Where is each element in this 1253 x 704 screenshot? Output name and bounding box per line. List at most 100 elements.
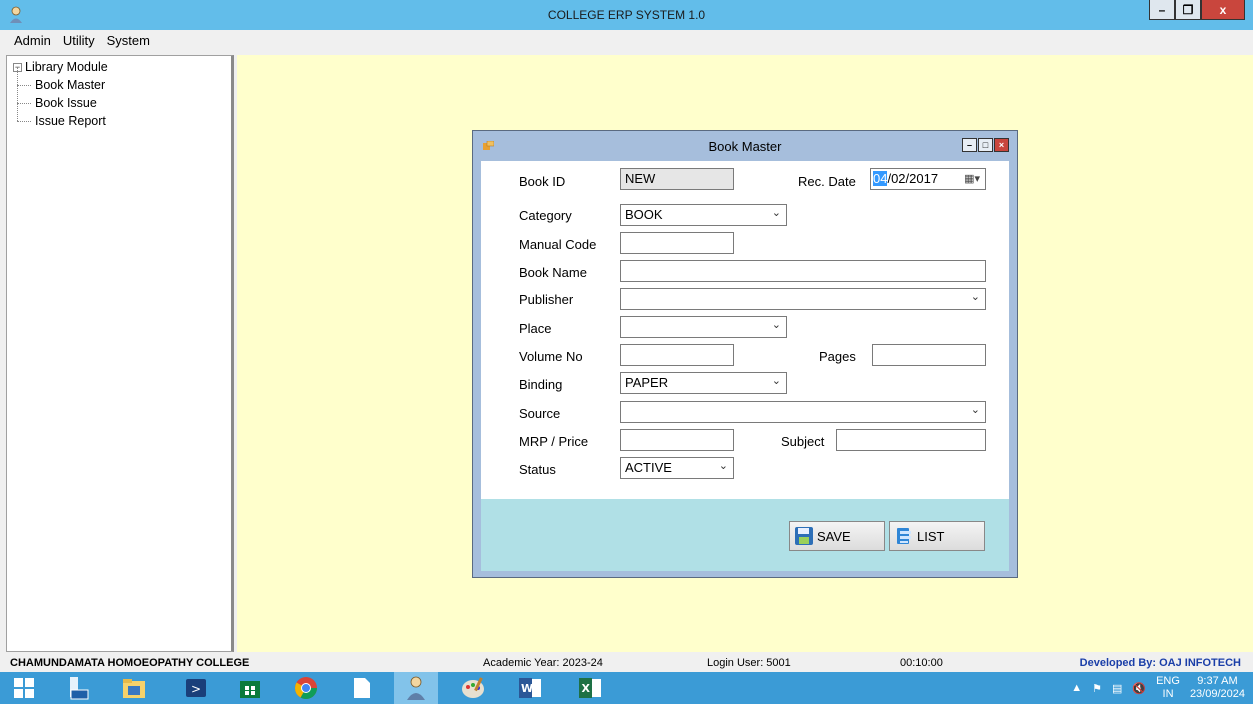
status-bar: CHAMUNDAMATA HOMOEOPATHY COLLEGE Academi… <box>0 652 1253 672</box>
status-value: ACTIVE <box>625 460 672 475</box>
svg-text:X: X <box>582 682 591 695</box>
app-title-bar: COLLEGE ERP SYSTEM 1.0 – ❐ x <box>0 0 1253 30</box>
blank-document-icon[interactable] <box>348 676 376 700</box>
save-button-label: SAVE <box>817 528 851 544</box>
place-select[interactable]: ⌄ <box>620 316 787 338</box>
source-select[interactable]: ⌄ <box>620 401 986 423</box>
status-label: Status <box>519 462 556 477</box>
tray-expand-icon[interactable]: ▲ <box>1071 682 1082 694</box>
module-tree: − Library Module Book Master Book Issue … <box>6 55 234 652</box>
clock-time: 9:37 AM <box>1197 675 1238 687</box>
clock-date: 23/09/2024 <box>1189 688 1245 700</box>
volume-muted-icon[interactable]: 🔇 <box>1132 682 1146 695</box>
book-master-title: Book Master <box>708 139 782 154</box>
book-master-title-bar[interactable]: Book Master – □ × <box>473 131 1017 161</box>
pages-input[interactable] <box>872 344 986 366</box>
binding-select[interactable]: PAPER ⌄ <box>620 372 787 394</box>
language-indicator[interactable]: ENG IN <box>1156 675 1180 701</box>
erp-app-taskbar-icon[interactable] <box>394 672 438 704</box>
book-id-label: Book ID <box>519 174 566 189</box>
chevron-down-icon: ⌄ <box>771 207 781 219</box>
rec-date-day: 04 <box>873 171 888 186</box>
chevron-down-icon: ⌄ <box>718 460 728 472</box>
child-close-button[interactable]: × <box>994 138 1009 152</box>
binding-value: PAPER <box>625 375 669 390</box>
list-button[interactable]: LIST <box>889 521 985 551</box>
source-label: Source <box>519 406 561 421</box>
status-select[interactable]: ACTIVE ⌄ <box>620 457 734 479</box>
book-name-label: Book Name <box>519 265 587 280</box>
subject-input[interactable] <box>836 429 986 451</box>
language-region: IN <box>1162 688 1174 700</box>
college-name: CHAMUNDAMATA HOMOEOPATHY COLLEGE <box>10 657 250 669</box>
book-master-window: Book Master – □ × Book ID NEW Rec. Date … <box>472 130 1018 578</box>
calendar-dropdown-icon[interactable]: ▦▾ <box>964 172 980 185</box>
chevron-down-icon: ⌄ <box>771 375 781 387</box>
chevron-down-icon: ⌄ <box>771 319 781 331</box>
tree-node-book-master[interactable]: Book Master <box>17 67 106 94</box>
tree-children: Book Master Book Issue Issue Report <box>17 67 106 130</box>
svg-text:>: > <box>191 682 201 696</box>
flag-icon[interactable]: ⚑ <box>1092 682 1102 695</box>
system-tray: ▲ ⚑ ▤ 🔇 ENG IN 9:37 AM 23/09/2024 <box>1071 674 1245 702</box>
rec-date-picker[interactable]: 04/02/2017 ▦▾ <box>870 168 986 190</box>
book-form: Book ID NEW Rec. Date 04/02/2017 ▦▾ Cate… <box>481 161 1009 499</box>
tree-root-label: Library Module <box>25 60 108 74</box>
start-windows-icon[interactable] <box>10 676 38 700</box>
excel-icon[interactable]: X <box>576 676 604 700</box>
chrome-icon[interactable] <box>292 676 320 700</box>
child-window-controls: – □ × <box>962 138 1009 152</box>
network-icon[interactable]: ▤ <box>1112 682 1122 695</box>
category-select[interactable]: BOOK ⌄ <box>620 204 787 226</box>
app-title: COLLEGE ERP SYSTEM 1.0 <box>547 8 706 22</box>
login-user: Login User: 5001 <box>707 657 791 669</box>
menu-utility[interactable]: Utility <box>57 30 101 52</box>
developer-credit: Developed By: OAJ INFOTECH <box>1079 657 1241 669</box>
book-name-input[interactable] <box>620 260 986 282</box>
close-button[interactable]: x <box>1201 0 1245 20</box>
list-icon <box>897 528 911 544</box>
store-icon[interactable] <box>236 676 264 700</box>
menu-admin[interactable]: Admin <box>8 30 57 52</box>
volume-no-input[interactable] <box>620 344 734 366</box>
window-controls: – ❐ x <box>1149 0 1245 22</box>
subject-label: Subject <box>781 434 825 449</box>
pages-label: Pages <box>819 349 856 364</box>
menu-system[interactable]: System <box>101 30 156 52</box>
chevron-down-icon: ⌄ <box>970 291 980 303</box>
publisher-label: Publisher <box>519 292 574 307</box>
menu-bar: Admin Utility System <box>0 30 1253 52</box>
publisher-select[interactable]: ⌄ <box>620 288 986 310</box>
rec-date-rest: /02/2017 <box>887 171 939 186</box>
powershell-icon[interactable]: > <box>182 676 210 700</box>
manual-code-input[interactable] <box>620 232 734 254</box>
chevron-down-icon: ⌄ <box>970 404 980 416</box>
paint-icon[interactable] <box>460 676 488 700</box>
rec-date-label: Rec. Date <box>798 174 856 189</box>
word-icon[interactable]: W <box>516 676 544 700</box>
restore-button[interactable]: ❐ <box>1175 0 1201 20</box>
svg-text:W: W <box>521 682 533 695</box>
tree-node-issue-report[interactable]: Issue Report <box>17 103 106 130</box>
child-minimize-button[interactable]: – <box>962 138 977 152</box>
taskbar-clock[interactable]: 9:37 AM 23/09/2024 <box>1190 675 1245 701</box>
form-action-panel: SAVE LIST <box>481 499 1009 571</box>
mrp-price-label: MRP / Price <box>519 434 589 449</box>
save-icon <box>795 527 813 545</box>
volume-no-label: Volume No <box>519 349 583 364</box>
tree-node-library-module[interactable]: − Library Module <box>13 60 108 74</box>
mrp-price-input[interactable] <box>620 429 734 451</box>
binding-label: Binding <box>519 377 563 392</box>
tree-node-book-issue[interactable]: Book Issue <box>17 85 106 112</box>
category-value: BOOK <box>625 207 663 222</box>
place-label: Place <box>519 321 552 336</box>
child-maximize-button[interactable]: □ <box>978 138 993 152</box>
list-button-label: LIST <box>917 528 945 544</box>
minimize-button[interactable]: – <box>1149 0 1175 20</box>
file-explorer-icon[interactable] <box>120 676 148 700</box>
book-id-field: NEW <box>620 168 734 190</box>
category-label: Category <box>519 208 572 223</box>
manual-code-label: Manual Code <box>519 237 597 252</box>
server-manager-icon[interactable] <box>64 676 92 700</box>
save-button[interactable]: SAVE <box>789 521 885 551</box>
